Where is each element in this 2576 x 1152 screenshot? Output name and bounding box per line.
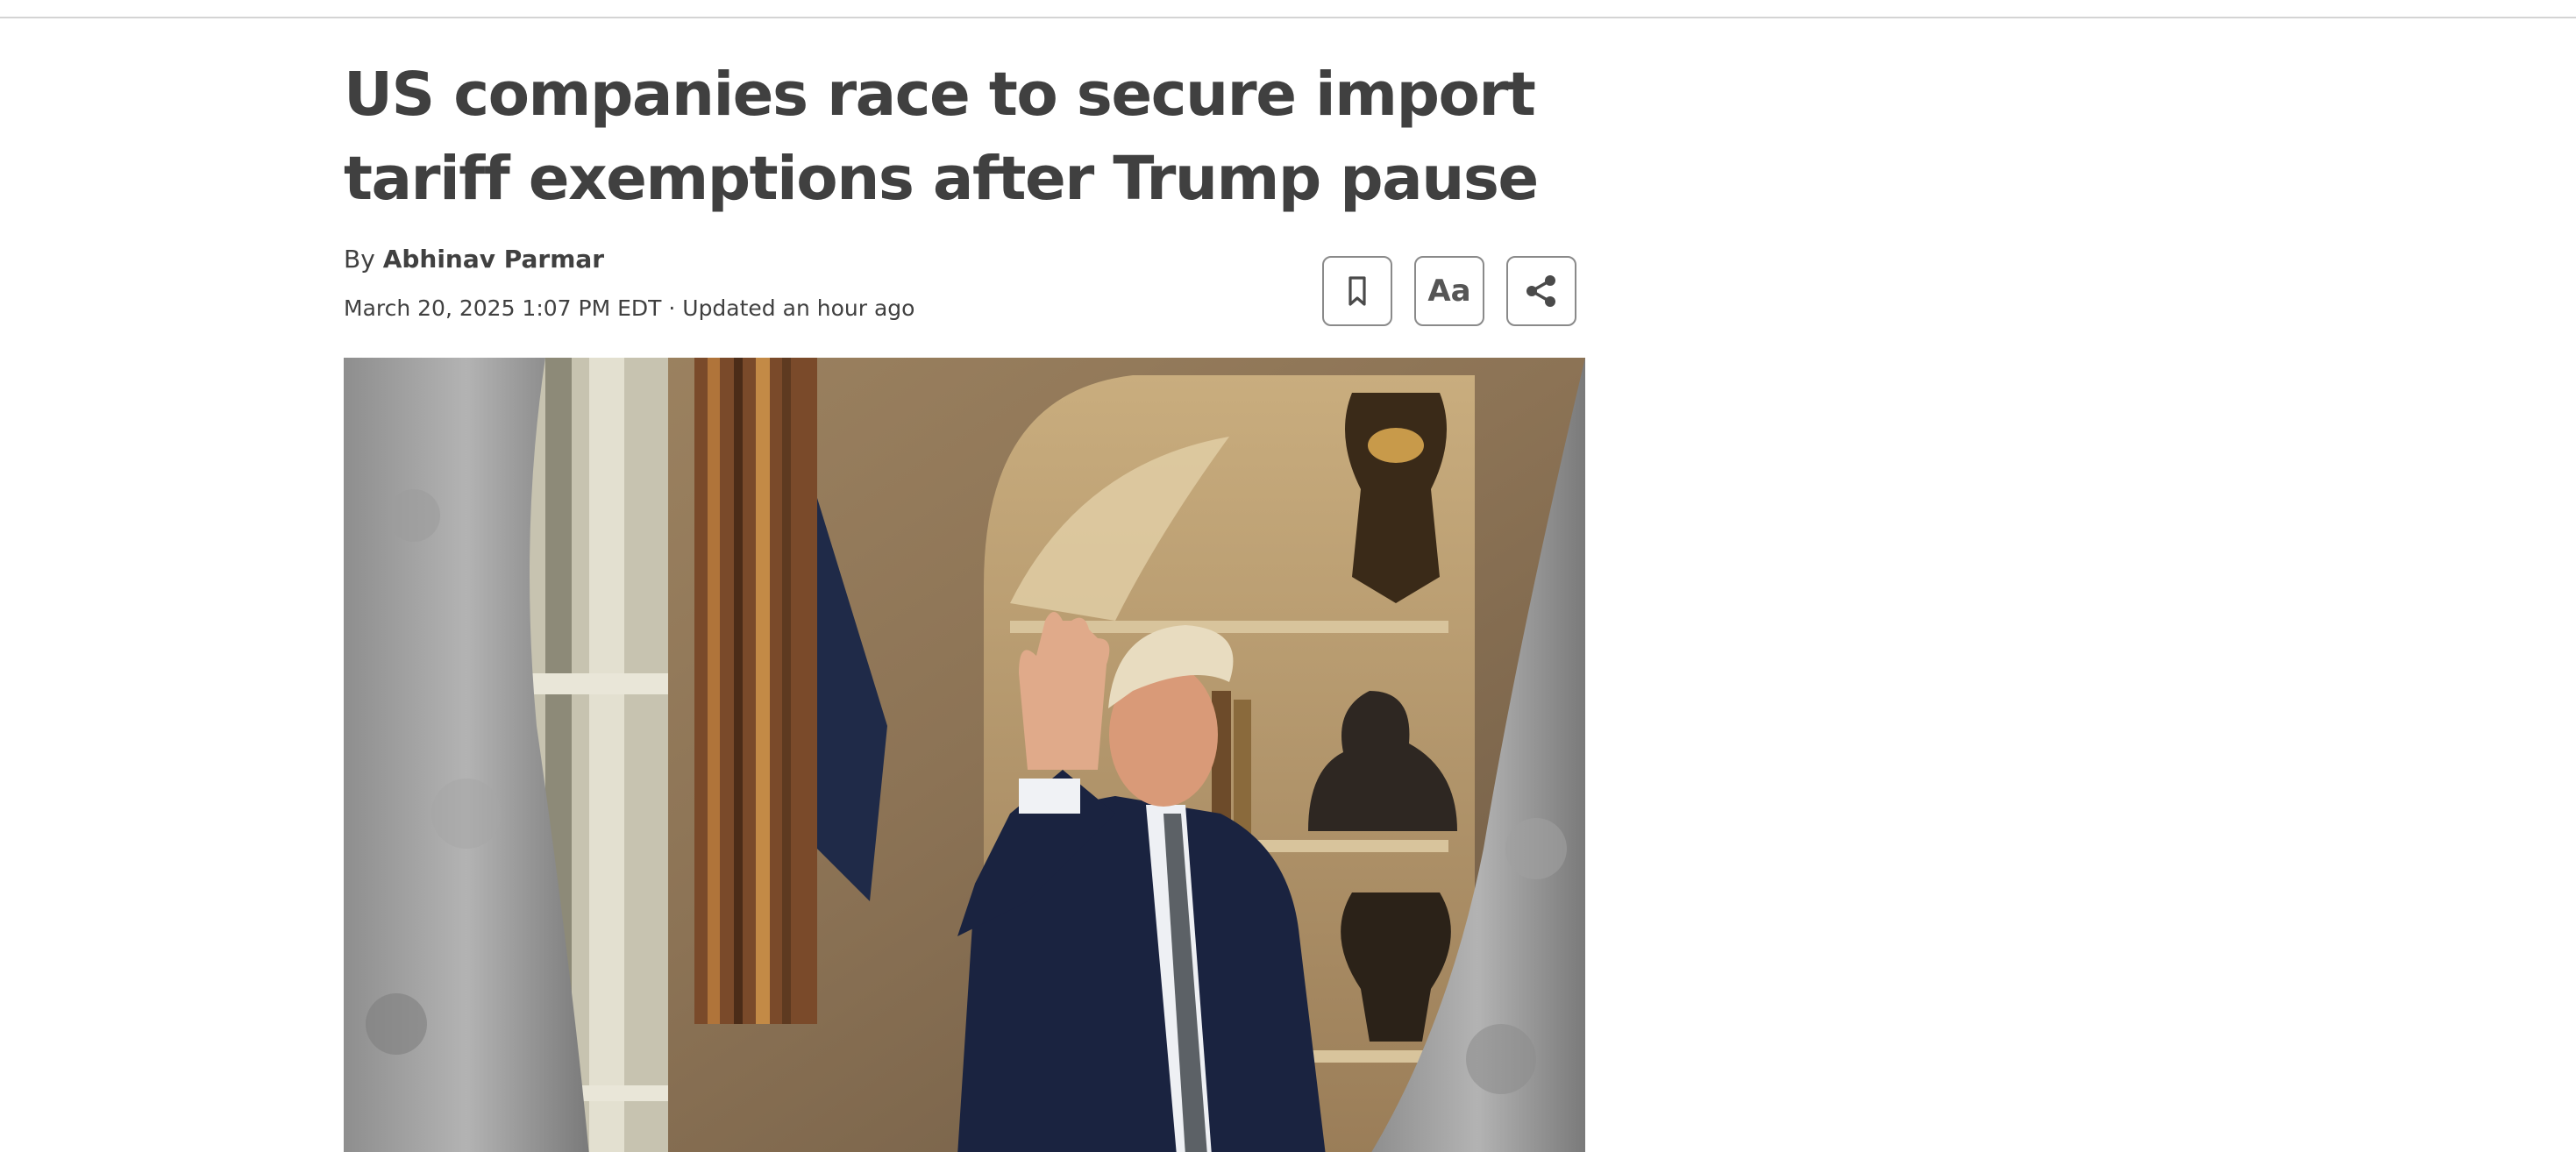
article-dateline: March 20, 2025 1:07 PM EDT · Updated an …: [344, 295, 915, 321]
share-icon: [1526, 275, 1555, 307]
text-size-button[interactable]: Aa: [1414, 256, 1484, 326]
share-button[interactable]: [1506, 256, 1576, 326]
bookmark-icon: [1348, 276, 1366, 306]
bookmark-button[interactable]: [1322, 256, 1392, 326]
article-headline: US companies race to secure import tarif…: [344, 60, 1539, 214]
article-container: US companies race to secure import tarif…: [344, 53, 1585, 1152]
hero-image: [344, 358, 1585, 1152]
byline: By Abhinav Parmar: [344, 242, 604, 277]
header-divider: [0, 17, 2576, 18]
article-page: US companies race to secure import tarif…: [0, 0, 2576, 1152]
article-toolbar: Aa: [1322, 256, 1576, 326]
hero-photo: [344, 358, 1585, 1152]
text-size-label: Aa: [1427, 274, 1471, 309]
author-link[interactable]: Abhinav Parmar: [383, 245, 604, 274]
byline-prefix: By: [344, 245, 383, 274]
